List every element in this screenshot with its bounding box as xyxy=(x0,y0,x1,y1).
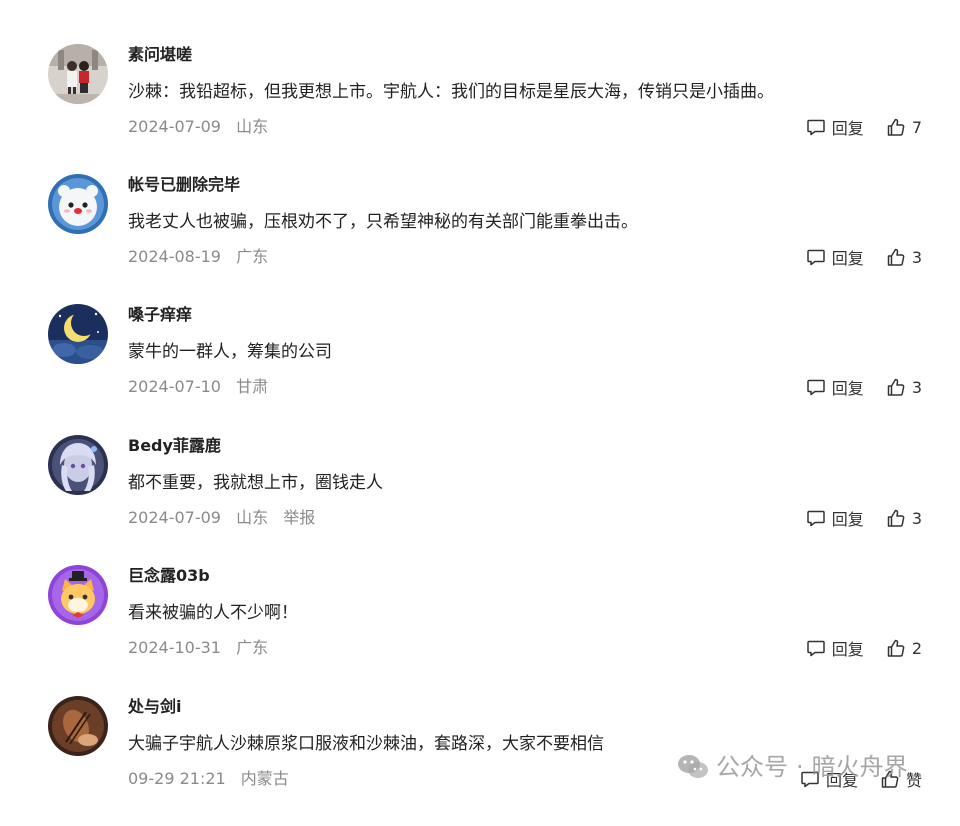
comment-actions: 回复 2 xyxy=(806,637,922,659)
comment-meta: 2024-07-09 山东 举报 xyxy=(128,507,325,529)
reply-icon xyxy=(807,510,825,527)
comment-meta: 2024-10-31 广东 xyxy=(128,637,278,659)
username[interactable]: 巨念露03b xyxy=(128,565,210,587)
report-link[interactable]: 举报 xyxy=(283,508,315,527)
username[interactable]: 素问堪嗟 xyxy=(128,44,192,66)
comment-text: 看来被骗的人不少啊！ xyxy=(128,603,298,623)
reply-icon xyxy=(807,379,825,396)
comment-text: 都不重要，我就想上市，圈钱走人 xyxy=(128,473,383,493)
like-button[interactable]: 2 xyxy=(886,638,922,658)
user-avatar[interactable] xyxy=(48,565,108,625)
reply-label: 回复 xyxy=(831,249,864,268)
reply-button[interactable]: 回复 xyxy=(806,245,864,269)
like-count: 7 xyxy=(911,117,922,137)
avatar-image xyxy=(48,565,108,625)
comment-location: 山东 xyxy=(236,117,269,136)
username[interactable]: 处与剑i xyxy=(128,696,182,718)
thumbs-up-icon xyxy=(881,770,899,788)
reply-icon xyxy=(807,640,825,657)
avatar-image xyxy=(48,44,108,104)
user-avatar[interactable] xyxy=(48,696,108,756)
user-avatar[interactable] xyxy=(48,304,108,364)
comment-date: 2024-07-09 xyxy=(128,117,221,136)
reply-icon xyxy=(807,119,825,136)
comment-date: 2024-07-10 xyxy=(128,377,221,396)
like-button[interactable]: 赞 xyxy=(880,767,922,791)
comment-item: 嗓子痒痒 蒙牛的一群人，筹集的公司 2024-07-10 甘肃 回复 3 xyxy=(0,304,960,434)
comment-text: 大骗子宇航人沙棘原浆口服液和沙棘油，套路深，大家不要相信 xyxy=(128,734,604,754)
like-button[interactable]: 7 xyxy=(886,117,922,137)
thumbs-up-icon xyxy=(887,118,905,136)
comment-actions: 回复 3 xyxy=(806,376,922,398)
comment-meta: 2024-07-09 山东 xyxy=(128,116,278,138)
avatar-image xyxy=(48,696,108,756)
comment-date: 2024-07-09 xyxy=(128,508,221,527)
thumbs-up-icon xyxy=(887,509,905,527)
like-button[interactable]: 3 xyxy=(886,377,922,397)
comment-text: 蒙牛的一群人，筹集的公司 xyxy=(128,342,332,362)
comment-item: 巨念露03b 看来被骗的人不少啊！ 2024-10-31 广东 回复 2 xyxy=(0,565,960,695)
reply-button[interactable]: 回复 xyxy=(806,115,864,139)
comment-actions: 回复 赞 xyxy=(800,768,922,790)
comment-item: Bedy菲露鹿 都不重要，我就想上市，圈钱走人 2024-07-09 山东 举报… xyxy=(0,435,960,565)
comment-text: 我老丈人也被骗，压根劝不了，只希望神秘的有关部门能重拳出击。 xyxy=(128,212,638,232)
reply-icon xyxy=(807,249,825,266)
like-button[interactable]: 3 xyxy=(886,508,922,528)
reply-label: 回复 xyxy=(831,510,864,529)
like-count: 3 xyxy=(911,508,922,528)
thumbs-up-icon xyxy=(887,378,905,396)
reply-button[interactable]: 回复 xyxy=(806,506,864,530)
comment-location: 广东 xyxy=(236,638,269,657)
reply-button[interactable]: 回复 xyxy=(806,636,864,660)
comment-date: 2024-10-31 xyxy=(128,638,221,657)
thumbs-up-icon xyxy=(887,248,905,266)
thumbs-up-icon xyxy=(887,639,905,657)
reply-label: 回复 xyxy=(825,771,858,790)
avatar-image xyxy=(48,304,108,364)
like-count: 3 xyxy=(911,377,922,397)
like-button[interactable]: 3 xyxy=(886,247,922,267)
comment-actions: 回复 7 xyxy=(806,116,922,138)
comment-date: 09-29 21:21 xyxy=(128,769,226,788)
comment-location: 山东 xyxy=(236,508,269,527)
reply-icon xyxy=(801,771,819,788)
like-count: 2 xyxy=(911,638,922,658)
comment-meta: 2024-08-19 广东 xyxy=(128,246,278,268)
username[interactable]: 帐号已删除完毕 xyxy=(128,174,240,196)
username[interactable]: Bedy菲露鹿 xyxy=(128,435,221,457)
avatar-image xyxy=(48,435,108,495)
comment-date: 2024-08-19 xyxy=(128,247,221,266)
reply-label: 回复 xyxy=(831,379,864,398)
like-count: 3 xyxy=(911,247,922,267)
avatar-image xyxy=(48,174,108,234)
comment-location: 甘肃 xyxy=(236,377,269,396)
comment-meta: 09-29 21:21 内蒙古 xyxy=(128,768,299,790)
user-avatar[interactable] xyxy=(48,435,108,495)
reply-button[interactable]: 回复 xyxy=(800,767,858,791)
comment-location: 内蒙古 xyxy=(240,769,289,788)
username[interactable]: 嗓子痒痒 xyxy=(128,304,192,326)
comment-actions: 回复 3 xyxy=(806,246,922,268)
comment-text: 沙棘：我铅超标，但我更想上市。宇航人：我们的目标是星辰大海，传销只是小插曲。 xyxy=(128,82,774,102)
comment-item: 帐号已删除完毕 我老丈人也被骗，压根劝不了，只希望神秘的有关部门能重拳出击。 2… xyxy=(0,174,960,304)
user-avatar[interactable] xyxy=(48,44,108,104)
comment-location: 广东 xyxy=(236,247,269,266)
comment-item: 素问堪嗟 沙棘：我铅超标，但我更想上市。宇航人：我们的目标是星辰大海，传销只是小… xyxy=(0,44,960,174)
like-count: 赞 xyxy=(905,771,922,790)
comment-actions: 回复 3 xyxy=(806,507,922,529)
comment-item: 处与剑i 大骗子宇航人沙棘原浆口服液和沙棘油，套路深，大家不要相信 09-29 … xyxy=(0,696,960,826)
reply-button[interactable]: 回复 xyxy=(806,375,864,399)
user-avatar[interactable] xyxy=(48,174,108,234)
comment-meta: 2024-07-10 甘肃 xyxy=(128,376,278,398)
reply-label: 回复 xyxy=(831,640,864,659)
reply-label: 回复 xyxy=(831,119,864,138)
